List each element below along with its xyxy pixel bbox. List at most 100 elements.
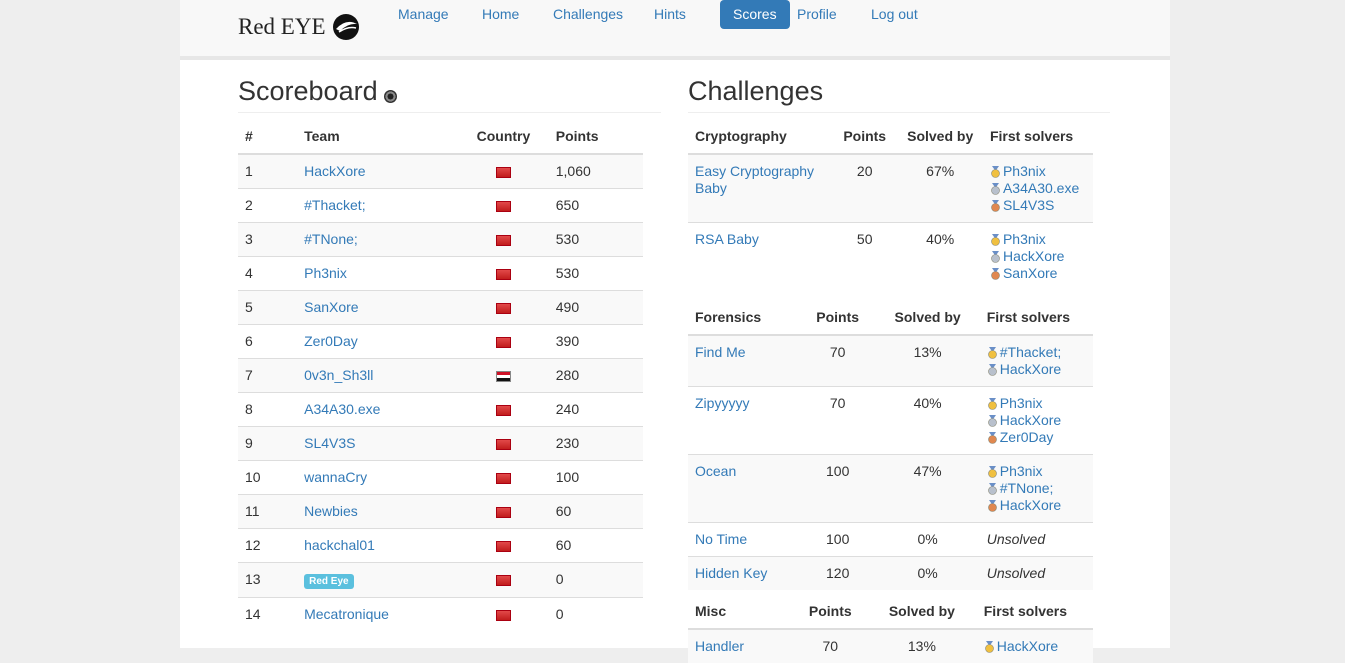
team-link[interactable]: 0v3n_Sh3ll xyxy=(304,367,373,383)
solver-link[interactable]: A34A30.exe xyxy=(1003,180,1079,196)
first-solvers-cell: Ph3nix HackXore Zer0Day xyxy=(979,386,1093,455)
team-link[interactable]: SL4V3S xyxy=(304,435,355,451)
solver-entry: Ph3nix xyxy=(987,463,1086,480)
solver-link[interactable]: SanXore xyxy=(1003,265,1057,281)
rank-cell: 9 xyxy=(238,426,298,461)
challenge-link[interactable]: Zipyyyyy xyxy=(695,395,749,411)
solver-entry: Ph3nix xyxy=(990,231,1086,248)
scoreboard-row: 12 hackchal01 60 xyxy=(238,528,643,563)
nav-log-out[interactable]: Log out xyxy=(871,0,918,29)
solver-link[interactable]: #TNone; xyxy=(1000,480,1054,496)
nav-manage[interactable]: Manage xyxy=(398,0,449,29)
points-cell: 100 xyxy=(548,460,643,495)
points-cell: 1,060 xyxy=(548,153,643,189)
challenge-row: Hidden Key 120 0% Unsolved xyxy=(688,556,1093,590)
challenge-row: Handler 70 13% HackXore xyxy=(688,628,1093,663)
team-link[interactable]: #TNone; xyxy=(304,231,358,247)
solver-link[interactable]: #Thacket; xyxy=(1000,344,1061,360)
scoreboard-row: 13 Red Eye 0 xyxy=(238,562,643,598)
solver-link[interactable]: Ph3nix xyxy=(1003,163,1046,179)
solver-link[interactable]: HackXore xyxy=(1000,361,1061,377)
rank-cell: 14 xyxy=(238,597,298,631)
solver-entry: Zer0Day xyxy=(987,429,1086,446)
scoreboard-divider xyxy=(238,112,661,113)
team-link[interactable]: #Thacket; xyxy=(304,197,365,213)
points-cell: 0 xyxy=(548,562,643,598)
challenge-solved-cell: 40% xyxy=(875,386,980,455)
challenge-category-table: Forensics Points Solved by First solvers Fin… xyxy=(688,300,1093,590)
challenge-name-cell: Zipyyyyy xyxy=(688,386,800,455)
first-solvers-cell: Unsolved xyxy=(979,522,1093,557)
solver-link[interactable]: Ph3nix xyxy=(1000,463,1043,479)
challenge-link[interactable]: RSA Baby xyxy=(695,231,759,247)
challenge-solved-cell: 67% xyxy=(897,153,983,223)
team-badge[interactable]: Red Eye xyxy=(304,574,354,589)
flag-icon xyxy=(495,438,511,450)
challenge-link[interactable]: Handler xyxy=(695,638,744,654)
scoreboard-row: 10 wannaCry 100 xyxy=(238,460,643,495)
solver-link[interactable]: HackXore xyxy=(1000,412,1061,428)
nav-scores[interactable]: Scores xyxy=(720,0,790,29)
team-link[interactable]: hackchal01 xyxy=(304,537,375,553)
scoreboard-header-points: Points xyxy=(548,119,643,155)
challenge-name-cell: No Time xyxy=(688,522,800,557)
solver-link[interactable]: Ph3nix xyxy=(1000,395,1043,411)
challenge-link[interactable]: Hidden Key xyxy=(695,565,767,581)
loading-icon xyxy=(383,90,397,103)
solver-link[interactable]: SL4V3S xyxy=(1003,197,1054,213)
solver-entry: #TNone; xyxy=(987,480,1086,497)
team-link[interactable]: Newbies xyxy=(304,503,358,519)
country-cell xyxy=(458,494,549,529)
solver-link[interactable]: HackXore xyxy=(1000,497,1061,513)
scoreboard-row: 1 HackXore 1,060 xyxy=(238,153,643,189)
solver-link[interactable]: Zer0Day xyxy=(1000,429,1054,445)
challenge-link[interactable]: Easy Cryptography Baby xyxy=(695,163,814,196)
gold-medal-icon xyxy=(984,640,995,653)
solver-entry: Ph3nix xyxy=(987,395,1086,412)
challenge-header-first-solvers: First solvers xyxy=(982,119,1093,155)
brand-link[interactable]: Red EYE xyxy=(238,12,362,42)
challenge-header-solved-by: Solved by xyxy=(897,119,983,155)
nav-profile[interactable]: Profile xyxy=(797,0,837,29)
nav-hints[interactable]: Hints xyxy=(654,0,686,29)
solver-link[interactable]: Ph3nix xyxy=(1003,231,1046,247)
gold-medal-icon xyxy=(987,346,998,359)
rank-cell: 13 xyxy=(238,562,298,598)
challenge-header-points: Points xyxy=(832,119,898,155)
challenge-category-table: Cryptography Points Solved by First solvers… xyxy=(688,119,1093,290)
solver-entry: HackXore xyxy=(987,361,1086,378)
solver-link[interactable]: HackXore xyxy=(1003,248,1064,264)
flag-icon xyxy=(495,234,511,246)
challenge-solved-cell: 0% xyxy=(875,522,980,557)
challenge-link[interactable]: Ocean xyxy=(695,463,736,479)
country-cell xyxy=(458,460,549,495)
team-link[interactable]: A34A30.exe xyxy=(304,401,380,417)
team-link[interactable]: wannaCry xyxy=(304,469,367,485)
team-link[interactable]: Mecatronique xyxy=(304,606,389,622)
solver-link[interactable]: HackXore xyxy=(997,638,1058,654)
challenge-category-table: Misc Points Solved by First solvers Handler 7… xyxy=(688,594,1093,663)
unsolved-label: Unsolved xyxy=(986,565,1046,581)
challenge-header-points: Points xyxy=(799,300,876,336)
team-link[interactable]: Ph3nix xyxy=(304,265,347,281)
points-cell: 530 xyxy=(548,222,643,257)
points-cell: 230 xyxy=(548,426,643,461)
challenge-header-solved-by: Solved by xyxy=(867,594,977,630)
team-link[interactable]: Zer0Day xyxy=(304,333,358,349)
egypt-flag-icon xyxy=(495,370,511,382)
solver-entry: SanXore xyxy=(990,265,1086,282)
challenge-name-cell: Find Me xyxy=(688,334,800,387)
nav-challenges[interactable]: Challenges xyxy=(553,0,623,29)
gold-medal-icon xyxy=(990,233,1001,246)
eye-logo-icon xyxy=(332,14,359,40)
challenge-solved-cell: 47% xyxy=(875,454,980,523)
challenge-link[interactable]: No Time xyxy=(695,531,747,547)
points-cell: 530 xyxy=(548,256,643,291)
challenge-link[interactable]: Find Me xyxy=(695,344,746,360)
challenges-divider xyxy=(688,112,1110,113)
nav-home[interactable]: Home xyxy=(482,0,519,29)
country-cell xyxy=(458,562,549,598)
team-link[interactable]: HackXore xyxy=(304,163,365,179)
solver-entry: SL4V3S xyxy=(990,197,1086,214)
team-link[interactable]: SanXore xyxy=(304,299,358,315)
